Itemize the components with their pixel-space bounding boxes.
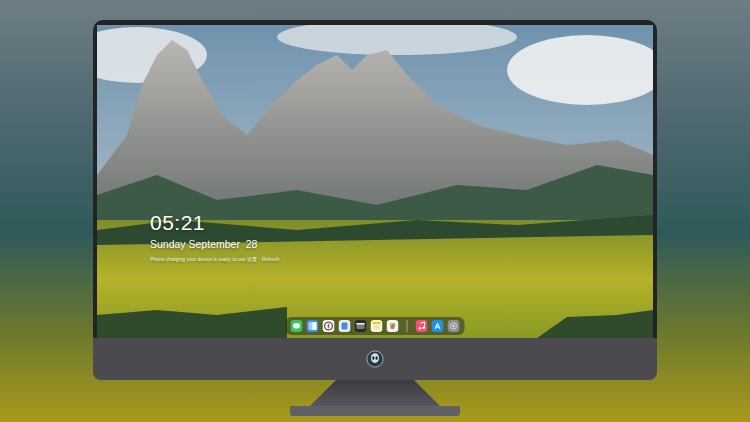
clock-date: Sunday September 28	[150, 238, 279, 252]
alien-logo-icon	[366, 350, 384, 368]
dock	[286, 317, 465, 335]
clock-panel: 05:21 Sunday September 28 Phone charging…	[150, 211, 279, 263]
files-app-icon[interactable]	[339, 320, 351, 332]
monitor: 05:21 Sunday September 28 Phone charging…	[93, 20, 657, 338]
wallpaper	[97, 25, 653, 338]
lock-screen: 05:21 Sunday September 28 Phone charging…	[97, 25, 653, 338]
lock-notice: Phone charging your device is ready to u…	[150, 256, 279, 263]
safari-app-icon[interactable]	[323, 320, 335, 332]
monitor-base	[290, 406, 460, 416]
notes-app-icon[interactable]	[371, 320, 383, 332]
clock-time: 05:21	[150, 211, 279, 235]
music-app-icon[interactable]	[416, 320, 428, 332]
store-app-icon[interactable]	[432, 320, 444, 332]
settings-app-icon[interactable]	[448, 320, 460, 332]
dock-separator	[407, 320, 408, 332]
monitor-chin	[93, 338, 657, 380]
monitor-stand	[310, 380, 440, 406]
finder-app-icon[interactable]	[307, 320, 319, 332]
video-app-icon[interactable]	[355, 320, 367, 332]
photos-app-icon[interactable]	[387, 320, 399, 332]
desktop-mockup: 05:21 Sunday September 28 Phone charging…	[0, 0, 750, 422]
messages-app-icon[interactable]	[291, 320, 303, 332]
